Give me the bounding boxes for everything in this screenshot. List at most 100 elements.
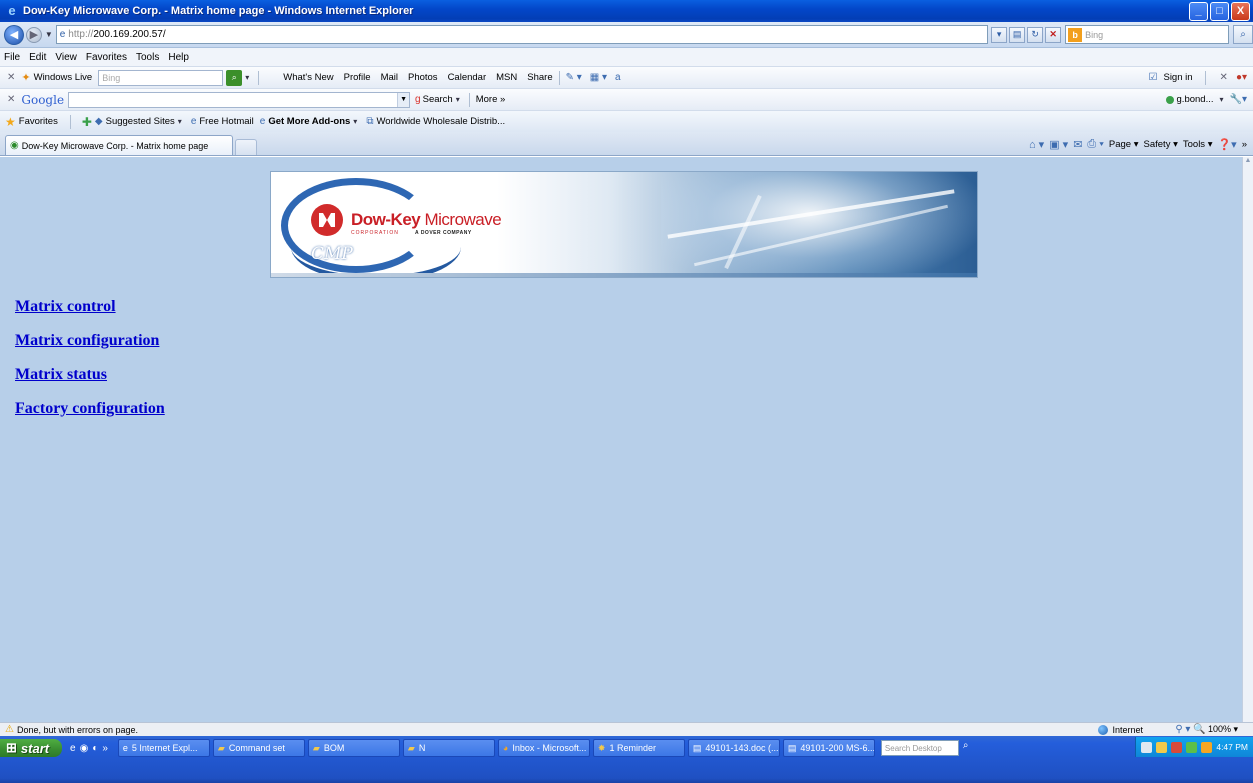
google-search-dropdown-icon[interactable]: ▼ xyxy=(397,92,410,107)
firefox-quicklaunch-icon[interactable]: ◐ xyxy=(92,743,98,754)
overflow-chevron-icon[interactable]: » xyxy=(1242,139,1247,150)
forward-button[interactable]: ▶ xyxy=(25,26,42,43)
quicklaunch-chevron-icon[interactable]: » xyxy=(102,743,108,754)
history-dropdown-icon[interactable]: ▼ xyxy=(45,30,53,39)
feeds-icon[interactable]: ▣ ▾ xyxy=(1049,138,1068,151)
stop-icon[interactable]: ✕ xyxy=(1045,26,1062,43)
media-quicklaunch-icon[interactable]: ◉ xyxy=(80,743,89,754)
address-host: 200.169.200.57/ xyxy=(93,29,166,40)
link-calendar[interactable]: Calendar xyxy=(448,72,487,83)
link-share[interactable]: Share xyxy=(527,72,552,83)
start-button[interactable]: ⊞ start xyxy=(0,739,62,757)
compatibility-icon[interactable]: ▤ xyxy=(1009,26,1026,43)
google-search-button[interactable]: g Search ▾ xyxy=(415,94,463,105)
desktop-search-input[interactable]: Search Desktop xyxy=(880,740,959,756)
calendar-icon[interactable]: ▦ ▾ xyxy=(590,72,607,83)
matrix-status-link[interactable]: Matrix status xyxy=(15,365,165,384)
new-tab-button[interactable] xyxy=(235,139,257,155)
task-word-doc-200[interactable]: ▤ 49101-200 MS-6... xyxy=(782,739,875,757)
safety-menu[interactable]: Safety ▾ xyxy=(1144,139,1178,150)
menu-file[interactable]: File xyxy=(4,52,20,63)
fav-free-hotmail[interactable]: e Free Hotmail xyxy=(191,116,254,127)
tray-network-icon[interactable] xyxy=(1156,741,1168,753)
link-profile[interactable]: Profile xyxy=(344,72,371,83)
fav-suggested-sites[interactable]: ◆ Suggested Sites ▾ xyxy=(95,116,185,127)
menu-view[interactable]: View xyxy=(55,52,77,63)
google-search-input[interactable]: ▼ xyxy=(68,91,411,108)
menu-tools[interactable]: Tools xyxy=(136,52,159,63)
user-status-icon[interactable]: ●▾ xyxy=(1236,72,1247,83)
ie-page-icon: e xyxy=(190,116,197,127)
sign-in-link[interactable]: Sign in xyxy=(1163,72,1192,83)
page-menu[interactable]: Page ▾ xyxy=(1109,139,1139,150)
task-bom[interactable]: ▰ BOM xyxy=(307,739,400,757)
search-input[interactable]: b Bing xyxy=(1065,25,1230,44)
close-button[interactable]: X xyxy=(1231,1,1250,21)
word-icon: ▤ xyxy=(787,742,797,753)
vertical-scrollbar[interactable]: ▲ xyxy=(1242,157,1253,722)
folder-icon: ▰ xyxy=(217,742,225,753)
task-command-set[interactable]: ▰ Command set xyxy=(212,739,305,757)
maximize-button[interactable]: □ xyxy=(1210,1,1229,21)
menu-edit[interactable]: Edit xyxy=(29,52,46,63)
address-dropdown-icon[interactable]: ▾ xyxy=(991,26,1008,43)
link-whats-new[interactable]: What's New xyxy=(283,72,333,83)
task-reminder[interactable]: ✸ 1 Reminder xyxy=(592,739,685,757)
warning-icon[interactable]: ⚠ xyxy=(5,724,14,735)
task-n[interactable]: ▰ N xyxy=(402,739,495,757)
desktop-search-icon[interactable]: ⌕ xyxy=(963,740,969,751)
link-msn[interactable]: MSN xyxy=(496,72,517,83)
zoom-level[interactable]: ⚲ ▾ 🔍 100% ▾ xyxy=(1175,724,1238,735)
tray-messenger-icon[interactable] xyxy=(1186,741,1198,753)
matrix-control-link[interactable]: Matrix control xyxy=(15,297,165,316)
search-icon[interactable]: ⌕ xyxy=(1233,25,1253,44)
print-icon[interactable]: ⎙ ▾ xyxy=(1087,138,1103,151)
tray-app-icon[interactable] xyxy=(1141,741,1153,753)
translate-icon[interactable]: a xyxy=(615,72,621,83)
fav-get-more-addons-label: Get More Add-ons xyxy=(268,116,351,127)
live-search-input[interactable]: Bing xyxy=(98,69,224,86)
blog-icon[interactable]: ✎ ▾ xyxy=(566,72,582,83)
help-icon[interactable]: ❓▾ xyxy=(1217,138,1236,151)
ie-quicklaunch-icon[interactable]: e xyxy=(70,743,76,754)
task-internet-explorer[interactable]: e5 Internet Expl... xyxy=(117,739,210,757)
matrix-configuration-link[interactable]: Matrix configuration xyxy=(15,331,165,350)
back-button[interactable]: ◀ xyxy=(4,24,24,45)
wrench-icon[interactable]: 🔧▾ xyxy=(1230,94,1247,105)
factory-configuration-link[interactable]: Factory configuration xyxy=(15,399,165,418)
google-user[interactable]: g.bond... ▾ 🔧▾ xyxy=(1165,94,1247,105)
messenger-icon[interactable]: ☑ xyxy=(1149,72,1158,83)
fav-get-more-addons[interactable]: e Get More Add-ons ▾ xyxy=(260,116,361,127)
close-toolbar-icon[interactable]: ✕ xyxy=(7,72,15,83)
live-search-dropdown-icon[interactable]: ▾ xyxy=(245,73,249,82)
tools-menu[interactable]: Tools ▾ xyxy=(1183,139,1213,150)
link-mail[interactable]: Mail xyxy=(381,72,398,83)
chevron-down-icon: ▾ xyxy=(353,117,358,126)
folder-icon: ▰ xyxy=(407,742,415,753)
link-photos[interactable]: Photos xyxy=(408,72,438,83)
menu-help[interactable]: Help xyxy=(168,52,189,63)
add-favorite-icon[interactable]: ✚ xyxy=(82,115,92,129)
task-inbox[interactable]: ◕ Inbox - Microsoft... xyxy=(497,739,590,757)
favorites-button[interactable]: Favorites xyxy=(19,116,58,127)
minimize-button[interactable]: _ xyxy=(1189,1,1208,21)
task-label: Inbox - Microsoft... xyxy=(512,743,587,753)
close-icon[interactable]: ✕ xyxy=(1220,72,1228,83)
google-more-button[interactable]: More » xyxy=(476,94,506,105)
close-google-toolbar-icon[interactable]: ✕ xyxy=(7,94,15,105)
fav-worldwide-wholesale[interactable]: ⧉ Worldwide Wholesale Distrib... xyxy=(366,116,505,127)
home-icon[interactable]: ⌂ ▾ xyxy=(1029,138,1044,151)
tray-security-icon[interactable] xyxy=(1171,741,1183,753)
tray-update-icon[interactable] xyxy=(1201,741,1213,753)
tab-matrix-home[interactable]: ◉ Dow-Key Microwave Corp. - Matrix home … xyxy=(5,135,233,155)
menu-favorites[interactable]: Favorites xyxy=(86,52,127,63)
task-word-doc-143[interactable]: ▤ 49101-143.doc (... xyxy=(687,739,780,757)
refresh-icon[interactable]: ↻ xyxy=(1027,26,1044,43)
security-zone[interactable]: Internet xyxy=(1098,724,1143,735)
address-input[interactable]: e http://200.169.200.57/ xyxy=(55,25,989,44)
scroll-up-icon[interactable]: ▲ xyxy=(1243,157,1253,164)
live-search-icon[interactable]: ⌕ xyxy=(226,69,243,86)
cmp-logo-text: CMP xyxy=(311,244,353,264)
zoom-value: 100% xyxy=(1207,724,1231,734)
read-mail-icon[interactable]: ✉ xyxy=(1073,138,1082,151)
